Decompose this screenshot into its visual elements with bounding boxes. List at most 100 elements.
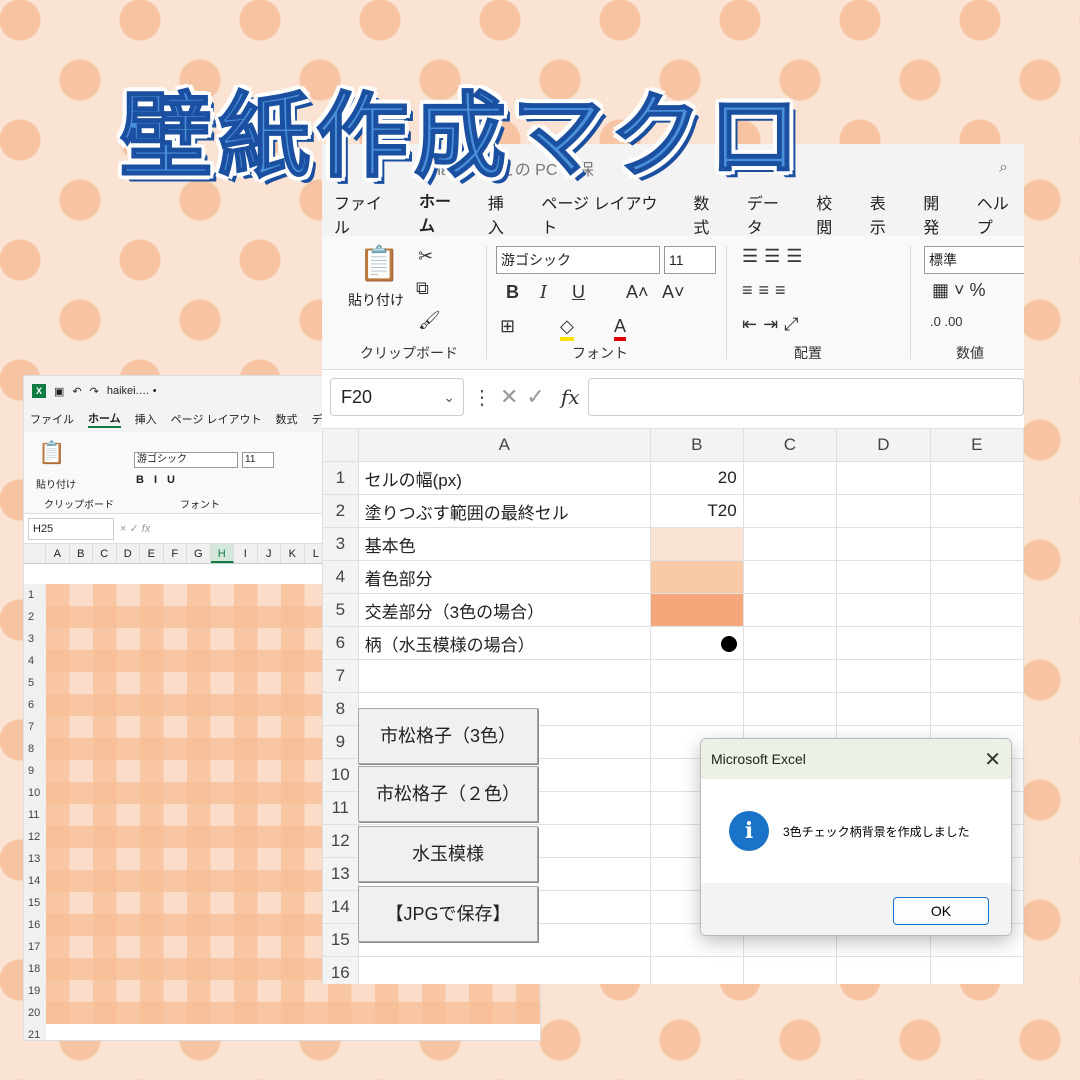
small-row-header[interactable]: 13 (24, 848, 46, 870)
small-row-header[interactable]: 11 (24, 804, 46, 826)
small-row-header[interactable]: 17 (24, 936, 46, 958)
increase-font-icon[interactable]: A˄ (626, 282, 649, 303)
row-header[interactable]: 16 (322, 956, 359, 984)
cell-a[interactable]: 交差部分（3色の場合） (357, 593, 651, 627)
cell-b[interactable] (649, 659, 744, 693)
cell-b[interactable] (649, 593, 744, 627)
cell-e[interactable] (929, 692, 1024, 726)
select-all-corner[interactable] (322, 428, 359, 462)
close-icon[interactable]: ✕ (984, 747, 1001, 772)
small-tab-insert[interactable]: 挿入 (135, 411, 157, 427)
tab-help[interactable]: ヘルプ (977, 190, 1024, 238)
column-header-c[interactable]: C (742, 428, 838, 462)
small-row-header[interactable]: 9 (24, 760, 46, 782)
cancel-enter-icons[interactable]: ✕✓ (500, 384, 553, 410)
small-row-header[interactable]: 15 (24, 892, 46, 914)
cell-e[interactable] (929, 494, 1024, 528)
small-tab-file[interactable]: ファイル (30, 411, 74, 427)
tab-formulas[interactable]: 数式 (693, 190, 725, 238)
tab-review[interactable]: 校閲 (816, 190, 848, 238)
small-column-header[interactable]: J (258, 544, 281, 563)
cell-c[interactable] (742, 494, 838, 528)
small-row-header[interactable]: 8 (24, 738, 46, 760)
cell-c[interactable] (742, 626, 838, 660)
border-icon[interactable]: ⊞ (500, 316, 515, 337)
save-icon[interactable]: ▣ (54, 385, 64, 398)
save-jpg-button[interactable]: 【JPGで保存】 (358, 886, 538, 942)
cell-a[interactable]: セルの幅(px) (357, 461, 651, 495)
cell-e[interactable] (929, 560, 1024, 594)
small-column-header[interactable]: K (281, 544, 305, 563)
small-row-header[interactable]: 6 (24, 694, 46, 716)
small-column-header[interactable]: H (210, 544, 234, 563)
small-tab-formulas[interactable]: 数式 (276, 411, 298, 427)
name-box[interactable]: F20 ⌄ (330, 378, 464, 416)
cell-d[interactable] (836, 560, 931, 594)
cell-a[interactable]: 着色部分 (357, 560, 651, 594)
cell-a[interactable] (357, 659, 651, 693)
tab-data[interactable]: データ (747, 190, 794, 238)
small-row-header[interactable]: 21 (24, 1024, 46, 1040)
small-row-header[interactable]: 16 (24, 914, 46, 936)
small-row-header[interactable]: 2 (24, 606, 46, 628)
undo-icon[interactable]: ↶ (72, 385, 81, 398)
small-paste-label[interactable]: 貼り付け (36, 476, 76, 491)
tab-page-layout[interactable]: ページ レイアウト (541, 190, 671, 238)
cell-c[interactable] (742, 692, 838, 726)
bold-icon[interactable]: B (506, 282, 519, 303)
cell-d[interactable] (836, 461, 931, 495)
underline-icon[interactable]: U (572, 282, 585, 303)
small-row-header[interactable]: 20 (24, 1002, 46, 1024)
cell-b[interactable] (649, 626, 744, 660)
cell-d[interactable] (836, 527, 931, 561)
format-painter-icon[interactable]: 🖌 (418, 310, 441, 331)
ok-button[interactable]: OK (893, 897, 989, 925)
small-name-box[interactable]: H25 (28, 517, 114, 540)
chevron-down-icon[interactable]: ⌄ (443, 379, 455, 415)
small-row-header[interactable]: 12 (24, 826, 46, 848)
cell-a[interactable]: 柄（水玉模様の場合） (357, 626, 651, 660)
cell-d[interactable] (836, 692, 931, 726)
cell-e[interactable] (929, 527, 1024, 561)
column-header-a[interactable]: A (357, 428, 651, 462)
cell-d[interactable] (836, 659, 931, 693)
small-column-header[interactable]: D (117, 544, 140, 563)
row-header[interactable]: 10 (322, 758, 359, 792)
percent-icon[interactable]: ▦ ˅ % (932, 280, 986, 301)
small-row-header[interactable]: 1 (24, 584, 46, 606)
italic-icon[interactable]: I (540, 282, 547, 303)
checkered-2-color-button[interactable]: 市松格子（２色） (358, 766, 538, 822)
small-row-header[interactable]: 5 (24, 672, 46, 694)
small-format-buttons[interactable]: BIU (136, 474, 185, 486)
tab-view[interactable]: 表示 (870, 190, 902, 238)
tab-developer[interactable]: 開発 (923, 190, 955, 238)
row-header[interactable]: 5 (322, 593, 359, 627)
cell-a[interactable]: 塗りつぶす範囲の最終セル (357, 494, 651, 528)
row-header[interactable]: 6 (322, 626, 359, 660)
small-column-header[interactable]: A (46, 544, 70, 563)
cell-e[interactable] (929, 593, 1024, 627)
column-header-b[interactable]: B (649, 428, 744, 462)
cell-a[interactable] (357, 956, 651, 984)
row-header[interactable]: 14 (322, 890, 359, 924)
cell-b[interactable]: 20 (649, 461, 744, 495)
number-format-select[interactable]: 標準 (924, 246, 1024, 274)
small-tab-page-layout[interactable]: ページ レイアウト (171, 411, 262, 427)
font-size-select[interactable]: 11 (664, 246, 716, 274)
small-font-name-select[interactable]: 游ゴシック (134, 452, 238, 468)
fill-color-icon[interactable]: ◇ (560, 316, 574, 341)
cell-d[interactable] (836, 494, 931, 528)
indent-icons[interactable]: ⇤⇥⤢ (742, 314, 805, 335)
tab-insert[interactable]: 挿入 (488, 190, 520, 238)
small-font-size-select[interactable]: 11 (242, 452, 274, 468)
row-header[interactable]: 2 (322, 494, 359, 528)
row-header[interactable]: 15 (322, 923, 359, 957)
horizontal-align-icons[interactable]: ≡≡≡ (742, 280, 792, 301)
tab-file[interactable]: ファイル (334, 190, 397, 238)
cell-b[interactable] (649, 956, 744, 984)
cell-b[interactable]: T20 (649, 494, 744, 528)
small-row-header[interactable]: 3 (24, 628, 46, 650)
font-name-select[interactable]: 游ゴシック (496, 246, 660, 274)
small-column-header[interactable]: G (187, 544, 211, 563)
cell-c[interactable] (742, 527, 838, 561)
